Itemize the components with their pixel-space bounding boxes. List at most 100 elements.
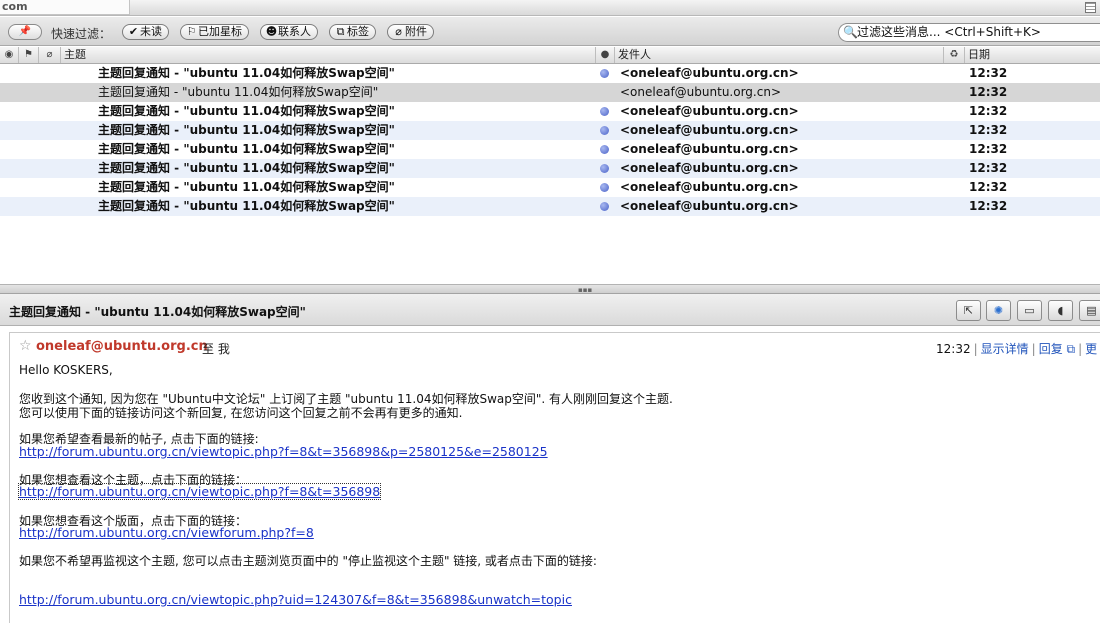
sparkle-icon: ✺	[993, 304, 1004, 317]
message-date: 12:32	[969, 123, 1008, 137]
filter-contacts-button[interactable]: ☻联系人	[260, 24, 318, 40]
forum-link[interactable]: http://forum.ubuntu.org.cn/viewforum.php…	[19, 525, 314, 540]
column-sender[interactable]: 发件人	[615, 47, 944, 63]
message-sender: <oneleaf@ubuntu.org.cn>	[620, 199, 799, 213]
activity-button[interactable]: ✺	[986, 300, 1011, 321]
message-row[interactable]: 主题回复通知 - "ubuntu 11.04如何释放Swap空间" <onele…	[0, 197, 1100, 216]
message-sender: <oneleaf@ubuntu.org.cn>	[620, 123, 799, 137]
message-sender: <oneleaf@ubuntu.org.cn>	[620, 104, 799, 118]
filter-tags-label: 标签	[347, 25, 369, 38]
filter-contacts-label: 联系人	[278, 25, 311, 38]
thread-column-icon[interactable]: ◉	[0, 47, 19, 63]
filter-attachments-button[interactable]: ⌀ 附件	[387, 24, 434, 40]
search-icon: 🔍	[843, 25, 858, 39]
filter-attachments-label: 附件	[405, 25, 427, 38]
message-subject: 主题回复通知 - "ubuntu 11.04如何释放Swap空间"	[98, 123, 395, 137]
unread-dot-icon[interactable]	[600, 183, 609, 192]
unread-dot-icon[interactable]	[600, 107, 609, 116]
message-sender-address[interactable]: oneleaf@ubuntu.org.cn	[36, 339, 208, 354]
pin-icon: 📌	[18, 26, 32, 37]
checkmark-icon: ✔	[128, 25, 139, 38]
message-subject: 主题回复通知 - "ubuntu 11.04如何释放Swap空间"	[98, 161, 395, 175]
delete-button[interactable]: ▤	[1079, 300, 1100, 321]
message-subject: 主题回复通知 - "ubuntu 11.04如何释放Swap空间"	[98, 180, 395, 194]
star-icon[interactable]: ☆	[19, 338, 32, 354]
message-recipient: 至 我	[202, 342, 230, 356]
filter-starred-button[interactable]: ⚐ 已加星标	[180, 24, 249, 40]
message-date: 12:32	[969, 180, 1008, 194]
message-subject: 主题回复通知 - "ubuntu 11.04如何释放Swap空间"	[98, 66, 395, 80]
tag-icon: ⧉	[336, 25, 345, 38]
pane-splitter[interactable]: ▪▪▪	[0, 284, 1100, 294]
topic-link[interactable]: http://forum.ubuntu.org.cn/viewtopic.php…	[17, 483, 382, 500]
filter-unread-label: 未读	[140, 25, 162, 38]
message-subject: 主题回复通知 - "ubuntu 11.04如何释放Swap空间"	[98, 85, 379, 99]
message-row-selected[interactable]: 主题回复通知 - "ubuntu 11.04如何释放Swap空间" <onele…	[0, 83, 1100, 102]
message-sender: <oneleaf@ubuntu.org.cn>	[620, 85, 781, 99]
message-subject: 主题回复通知 - "ubuntu 11.04如何释放Swap空间"	[98, 142, 395, 156]
message-header-actions: 12:32 | 显示详情 | 回复 ⧉ | 更	[936, 342, 1098, 356]
unread-dot-icon[interactable]	[600, 126, 609, 135]
message-subject: 主题回复通知 - "ubuntu 11.04如何释放Swap空间"	[98, 104, 395, 118]
url-fragment: com	[0, 0, 130, 15]
message-date: 12:32	[969, 142, 1008, 156]
top-strip: com	[0, 0, 1100, 16]
contact-icon: ☻	[265, 25, 278, 38]
column-subject[interactable]: 主题	[61, 47, 596, 63]
unread-dot-icon[interactable]	[600, 202, 609, 211]
sticky-filter-button[interactable]: 📌	[8, 24, 42, 40]
filter-unread-button[interactable]: ✔ 未读	[122, 24, 169, 40]
filter-starred-label: 已加星标	[198, 25, 242, 38]
flame-icon: ◖	[1057, 304, 1064, 317]
message-date: 12:32	[969, 85, 1008, 99]
open-in-new-window-button[interactable]: ⇱	[956, 300, 981, 321]
reply-open-icon[interactable]: ⧉	[1063, 342, 1076, 356]
reply-link[interactable]: 回复	[1039, 342, 1063, 356]
message-date: 12:32	[969, 199, 1008, 213]
flag-icon: ⚐	[186, 25, 197, 38]
quick-filter-label: 快速过滤：	[51, 27, 112, 41]
attachment-column-icon[interactable]: ⌀	[39, 47, 61, 63]
message-date: 12:32	[969, 104, 1008, 118]
message-title: 主题回复通知 - "ubuntu 11.04如何释放Swap空间"	[9, 305, 306, 319]
junk-column-icon[interactable]: ♻	[944, 47, 965, 63]
trash-icon: ▤	[1086, 304, 1097, 317]
message-sender: <oneleaf@ubuntu.org.cn>	[620, 66, 799, 80]
body-paragraph-line: 您可以使用下面的链接访问这个新回复, 在您访问这个回复之前不会再有更多的通知.	[19, 406, 463, 420]
archive-button[interactable]: ▭	[1017, 300, 1042, 321]
newest-post-link[interactable]: http://forum.ubuntu.org.cn/viewtopic.php…	[19, 444, 548, 459]
message-row[interactable]: 主题回复通知 - "ubuntu 11.04如何释放Swap空间" <onele…	[0, 178, 1100, 197]
message-header-pane: 主题回复通知 - "ubuntu 11.04如何释放Swap空间" ⇱ ✺ ▭ …	[0, 294, 1100, 326]
unwatch-link[interactable]: http://forum.ubuntu.org.cn/viewtopic.php…	[19, 592, 572, 607]
message-list-header: ◉ ⚑ ⌀ 主题 ● 发件人 ♻ 日期	[0, 47, 1100, 64]
message-row[interactable]: 主题回复通知 - "ubuntu 11.04如何释放Swap空间" <onele…	[0, 64, 1100, 83]
show-details-link[interactable]: 显示详情	[981, 342, 1029, 356]
message-row[interactable]: 主题回复通知 - "ubuntu 11.04如何释放Swap空间" <onele…	[0, 159, 1100, 178]
flag-column-icon[interactable]: ⚑	[19, 47, 39, 63]
external-window-icon: ⇱	[963, 304, 974, 317]
message-row[interactable]: 主题回复通知 - "ubuntu 11.04如何释放Swap空间" <onele…	[0, 121, 1100, 140]
message-sender: <oneleaf@ubuntu.org.cn>	[620, 142, 799, 156]
message-row[interactable]: 主题回复通知 - "ubuntu 11.04如何释放Swap空间" <onele…	[0, 140, 1100, 159]
splitter-grip-icon[interactable]: ▪▪▪	[578, 286, 592, 294]
unread-dot-icon[interactable]	[600, 69, 609, 78]
archive-icon: ▭	[1024, 304, 1035, 317]
message-date: 12:32	[969, 161, 1008, 175]
grid-icon[interactable]	[1085, 2, 1096, 13]
search-placeholder: 过滤这些消息... <Ctrl+Shift+K>	[857, 25, 1041, 39]
unread-dot-icon[interactable]	[600, 145, 609, 154]
message-sender: <oneleaf@ubuntu.org.cn>	[620, 180, 799, 194]
junk-button[interactable]: ◖	[1048, 300, 1073, 321]
unwatch-label: 如果您不希望再监视这个主题, 您可以点击主题浏览页面中的 "停止监视这个主题" …	[19, 554, 597, 568]
filter-search-input[interactable]: 🔍过滤这些消息... <Ctrl+Shift+K>	[838, 23, 1100, 42]
filter-tags-button[interactable]: ⧉ 标签	[329, 24, 376, 40]
read-status-column-icon[interactable]: ●	[596, 47, 615, 63]
message-body-pane: ☆ oneleaf@ubuntu.org.cn 至 我 12:32 | 显示详情 | 回…	[0, 327, 1100, 623]
unread-dot-icon[interactable]	[600, 164, 609, 173]
quick-filter-bar: 📌 快速过滤： ✔ 未读 ⚐ 已加星标 ☻联系人 ⧉ 标签 ⌀ 附件 🔍过滤这些消息..…	[0, 17, 1100, 46]
column-date[interactable]: 日期	[965, 47, 1100, 63]
greeting-text: Hello KOSKERS,	[19, 363, 113, 377]
message-list: 主题回复通知 - "ubuntu 11.04如何释放Swap空间" <onele…	[0, 64, 1100, 284]
message-row[interactable]: 主题回复通知 - "ubuntu 11.04如何释放Swap空间" <onele…	[0, 102, 1100, 121]
more-link[interactable]: 更	[1085, 342, 1097, 356]
